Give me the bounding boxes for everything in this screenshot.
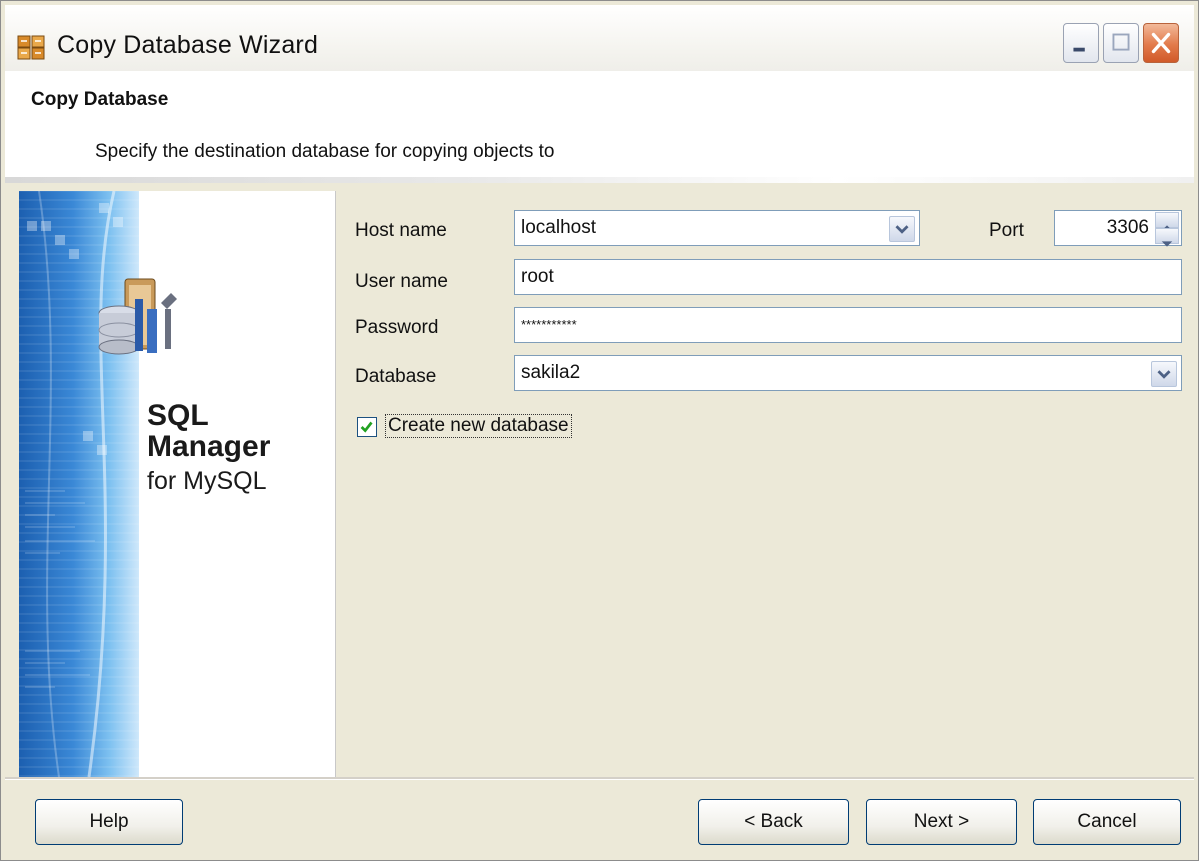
step-description: Specify the destination database for cop…	[95, 141, 555, 162]
maximize-icon	[1112, 33, 1130, 51]
header-divider	[5, 177, 1194, 183]
wizard-window: Copy Database Wizard Copy Database Speci…	[0, 0, 1199, 861]
port-spinner[interactable]	[1155, 211, 1179, 247]
database-value: sakila2	[521, 362, 581, 383]
database-combobox[interactable]: sakila2	[514, 355, 1182, 391]
host-name-label: Host name	[355, 220, 447, 241]
close-button[interactable]	[1143, 23, 1179, 63]
password-input[interactable]: ***********	[514, 307, 1182, 343]
chevron-down-icon	[1157, 370, 1171, 379]
checkmark-icon	[360, 421, 373, 433]
logo-line-3: for MySQL	[147, 467, 267, 495]
window-title: Copy Database Wizard	[57, 31, 319, 59]
user-name-input[interactable]: root	[514, 259, 1182, 295]
port-spin-input[interactable]: 3306	[1054, 210, 1182, 247]
create-new-database-checkbox[interactable]	[357, 417, 377, 437]
arrow-down-icon	[1161, 241, 1173, 247]
logo-line-2: Manager	[147, 430, 271, 463]
host-name-combobox[interactable]: localhost	[514, 210, 920, 246]
maximize-button[interactable]	[1103, 23, 1139, 63]
minimize-button[interactable]	[1063, 23, 1099, 63]
password-value: ***********	[521, 317, 577, 332]
app-icon	[17, 35, 45, 60]
footer-divider	[5, 777, 1194, 780]
help-button[interactable]: Help	[35, 799, 183, 845]
password-label: Password	[355, 317, 439, 338]
host-name-value: localhost	[521, 217, 596, 238]
product-logo: SQL Manager for MySQL	[147, 401, 270, 499]
back-button[interactable]: < Back	[698, 799, 849, 845]
close-icon	[1151, 32, 1171, 54]
spin-up-button[interactable]	[1155, 212, 1179, 231]
chevron-down-icon	[895, 225, 909, 234]
next-button[interactable]: Next >	[866, 799, 1017, 845]
logo-line-1: SQL	[147, 399, 209, 432]
database-tools-icon	[98, 278, 177, 355]
port-label: Port	[989, 220, 1024, 241]
database-label: Database	[355, 366, 437, 387]
minimize-icon	[1073, 47, 1085, 52]
product-banner: SQL Manager for MySQL	[19, 191, 336, 777]
create-new-database-label[interactable]: Create new database	[385, 414, 572, 438]
wizard-header: Copy Database Specify the destination da…	[5, 71, 1194, 177]
step-title: Copy Database	[31, 89, 169, 110]
host-dropdown-button[interactable]	[889, 216, 915, 242]
spin-down-button[interactable]	[1155, 228, 1179, 247]
cancel-button[interactable]: Cancel	[1033, 799, 1181, 845]
port-value: 3306	[1106, 217, 1149, 238]
database-dropdown-button[interactable]	[1151, 361, 1177, 387]
user-name-label: User name	[355, 271, 448, 292]
user-name-value: root	[521, 266, 554, 287]
